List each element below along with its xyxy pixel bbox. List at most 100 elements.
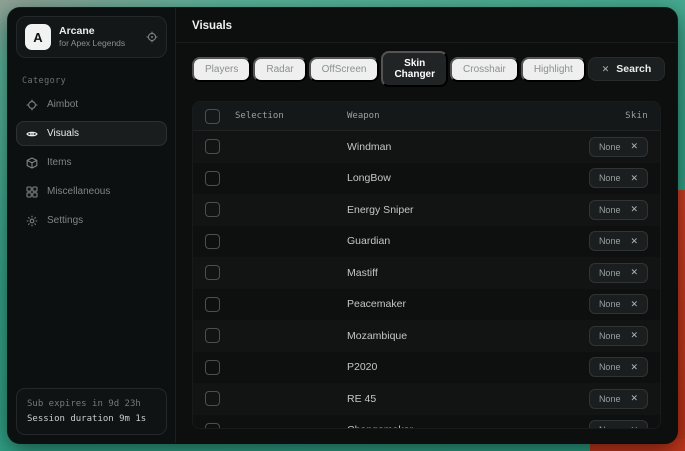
skin-badge[interactable]: None ✕ (589, 326, 648, 346)
tab-players[interactable]: Players (192, 57, 251, 82)
skin-badge[interactable]: None ✕ (589, 168, 648, 188)
skin-value: None (599, 173, 621, 183)
tab-offscreen[interactable]: OffScreen (309, 57, 380, 82)
skin-badge[interactable]: None ✕ (589, 294, 648, 314)
tab-skin-changer[interactable]: Skin Changer (381, 51, 448, 87)
session-card: Sub expires in 9d 23h Session duration 9… (16, 388, 167, 435)
weapon-name: Windman (347, 141, 589, 153)
app-name: Arcane (59, 25, 138, 38)
table-row: LongBow None ✕ (193, 163, 660, 195)
table-row: Energy Sniper None ✕ (193, 194, 660, 226)
sidebar-item-visuals[interactable]: Visuals (16, 121, 167, 146)
weapons-table: Selection Weapon Skin Windman None ✕ Lon… (192, 101, 661, 429)
skin-value: None (599, 425, 621, 429)
remove-skin-icon[interactable]: ✕ (630, 237, 638, 246)
table-row: Mastiff None ✕ (193, 257, 660, 289)
table-row: Mozambique None ✕ (193, 320, 660, 352)
tab-highlight[interactable]: Highlight (521, 57, 586, 82)
sidebar-item-label: Miscellaneous (47, 186, 110, 197)
eye-icon (26, 128, 38, 140)
select-all-checkbox[interactable] (205, 109, 220, 124)
app-window: A Arcane for Apex Legends Category Aimbo… (8, 8, 677, 443)
weapon-name: Mastiff (347, 267, 589, 279)
row-checkbox[interactable] (205, 265, 220, 280)
table-header-row: Selection Weapon Skin (193, 102, 660, 131)
sidebar-nav: Aimbot Visuals Items Miscellaneous Setti… (8, 92, 175, 233)
search-button[interactable]: ✕ Search (588, 57, 666, 81)
sidebar-item-label: Items (47, 157, 71, 168)
grid-icon (26, 186, 38, 198)
session-duration-text: Session duration 9m 1s (27, 412, 156, 426)
tab-label: Skin Changer (394, 58, 435, 80)
tab-radar[interactable]: Radar (253, 57, 306, 82)
remove-skin-icon[interactable]: ✕ (630, 142, 638, 151)
remove-skin-icon[interactable]: ✕ (630, 268, 638, 277)
remove-skin-icon[interactable]: ✕ (630, 205, 638, 214)
skin-value: None (599, 236, 621, 246)
tab-label: OffScreen (322, 64, 367, 75)
app-logo: A (25, 24, 51, 50)
table-body: Windman None ✕ LongBow None ✕ Energy Sni… (193, 131, 660, 429)
table-row: Peacemaker None ✕ (193, 289, 660, 321)
box-icon (26, 157, 38, 169)
skin-value: None (599, 394, 621, 404)
row-checkbox[interactable] (205, 297, 220, 312)
column-header-skin: Skin (625, 111, 648, 121)
sub-expires-text: Sub expires in 9d 23h (27, 397, 156, 411)
app-subtitle: for Apex Legends (59, 38, 138, 49)
skin-value: None (599, 142, 621, 152)
gear-icon (26, 215, 38, 227)
column-header-selection: Selection (235, 111, 347, 121)
brand-text: Arcane for Apex Legends (59, 25, 138, 49)
row-checkbox[interactable] (205, 234, 220, 249)
weapon-name: Guardian (347, 235, 589, 247)
skin-badge[interactable]: None ✕ (589, 389, 648, 409)
weapon-name: Mozambique (347, 330, 589, 342)
weapon-name: Changemaker (347, 424, 589, 429)
skin-badge[interactable]: None ✕ (589, 420, 648, 429)
table-row: Windman None ✕ (193, 131, 660, 163)
row-checkbox[interactable] (205, 423, 220, 429)
search-button-label: Search (616, 63, 651, 75)
weapon-name: Energy Sniper (347, 204, 589, 216)
table-row: Guardian None ✕ (193, 226, 660, 258)
sidebar-item-aimbot[interactable]: Aimbot (16, 92, 167, 117)
weapon-name: RE 45 (347, 393, 589, 405)
skin-badge[interactable]: None ✕ (589, 137, 648, 157)
table-row: RE 45 None ✕ (193, 383, 660, 415)
remove-skin-icon[interactable]: ✕ (630, 174, 638, 183)
main-header: Visuals (176, 8, 677, 43)
table-row: P2020 None ✕ (193, 352, 660, 384)
weapon-name: LongBow (347, 172, 589, 184)
weapon-name: P2020 (347, 361, 589, 373)
tab-label: Crosshair (463, 64, 506, 75)
sidebar-item-miscellaneous[interactable]: Miscellaneous (16, 179, 167, 204)
row-checkbox[interactable] (205, 360, 220, 375)
column-header-weapon: Weapon (347, 111, 625, 121)
sidebar: A Arcane for Apex Legends Category Aimbo… (8, 8, 176, 443)
sidebar-item-settings[interactable]: Settings (16, 208, 167, 233)
remove-skin-icon[interactable]: ✕ (630, 363, 638, 372)
search-x-icon: ✕ (602, 64, 610, 75)
skin-badge[interactable]: None ✕ (589, 263, 648, 283)
row-checkbox[interactable] (205, 171, 220, 186)
row-checkbox[interactable] (205, 328, 220, 343)
remove-skin-icon[interactable]: ✕ (630, 426, 638, 429)
row-checkbox[interactable] (205, 139, 220, 154)
skin-badge[interactable]: None ✕ (589, 200, 648, 220)
row-checkbox[interactable] (205, 202, 220, 217)
sidebar-item-label: Visuals (47, 128, 79, 139)
target-icon[interactable] (146, 31, 158, 43)
tab-crosshair[interactable]: Crosshair (450, 57, 519, 82)
remove-skin-icon[interactable]: ✕ (630, 331, 638, 340)
remove-skin-icon[interactable]: ✕ (630, 394, 638, 403)
table-row: Changemaker None ✕ (193, 415, 660, 430)
skin-badge[interactable]: None ✕ (589, 231, 648, 251)
remove-skin-icon[interactable]: ✕ (630, 300, 638, 309)
tab-label: Radar (266, 64, 293, 75)
row-checkbox[interactable] (205, 391, 220, 406)
skin-badge[interactable]: None ✕ (589, 357, 648, 377)
sidebar-spacer (8, 233, 175, 380)
sidebar-item-items[interactable]: Items (16, 150, 167, 175)
skin-value: None (599, 362, 621, 372)
